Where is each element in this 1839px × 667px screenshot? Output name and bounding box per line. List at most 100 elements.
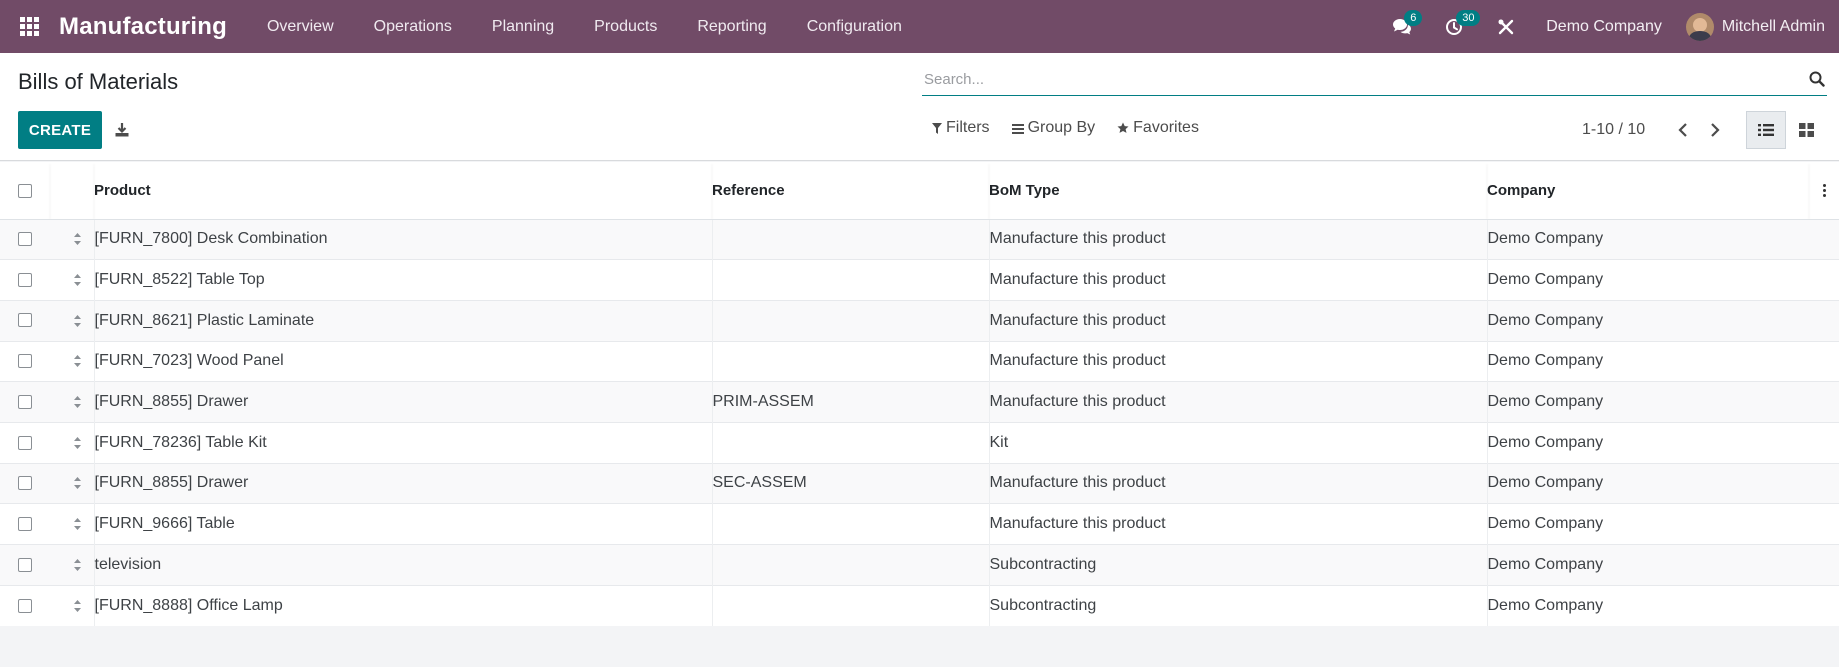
cell-reference[interactable]: PRIM-ASSEM bbox=[711, 381, 989, 423]
create-button[interactable]: CREATE bbox=[18, 111, 102, 149]
table-row[interactable]: [FURN_8621] Plastic Laminate Manufacture … bbox=[0, 299, 1839, 342]
cell-bom-type[interactable]: Manufacture this product bbox=[988, 462, 1487, 504]
export-button[interactable] bbox=[112, 119, 132, 141]
cell-company[interactable]: Demo Company bbox=[1486, 584, 1809, 626]
drag-handle-icon[interactable] bbox=[62, 273, 94, 287]
cell-company[interactable]: Demo Company bbox=[1486, 462, 1809, 504]
cell-bom-type[interactable]: Manufacture this product bbox=[988, 299, 1487, 342]
cell-reference[interactable] bbox=[711, 544, 989, 586]
cell-reference[interactable] bbox=[711, 340, 989, 382]
apps-menu-button[interactable] bbox=[0, 0, 58, 53]
cell-bom-type[interactable]: Manufacture this product bbox=[988, 259, 1487, 301]
table-row[interactable]: [FURN_8522] Table Top Manufacture this pr… bbox=[0, 259, 1839, 301]
drag-handle-icon[interactable] bbox=[62, 436, 94, 450]
table-row[interactable]: [FURN_9666] Table Manufacture this produc… bbox=[0, 503, 1839, 545]
table-row[interactable]: [FURN_8855] Drawer SEC-ASSEM Manufacture t… bbox=[0, 462, 1839, 504]
cell-company[interactable]: Demo Company bbox=[1486, 259, 1809, 301]
menu-reporting[interactable]: Reporting bbox=[677, 0, 786, 53]
cell-bom-type[interactable]: Manufacture this product bbox=[988, 340, 1487, 382]
drag-handle-icon[interactable] bbox=[62, 476, 94, 490]
table-row[interactable]: television Subcontracting Demo Company bbox=[0, 544, 1839, 586]
drag-handle-icon[interactable] bbox=[62, 599, 94, 613]
cell-reference[interactable] bbox=[711, 299, 989, 342]
search-icon[interactable] bbox=[1809, 71, 1825, 87]
pager-previous-button[interactable] bbox=[1667, 118, 1699, 142]
cell-company[interactable]: Demo Company bbox=[1486, 544, 1809, 586]
group-by-dropdown[interactable]: Group By bbox=[1011, 119, 1095, 137]
cell-product[interactable]: [FURN_8522] Table Top bbox=[93, 259, 712, 301]
drag-handle-icon[interactable] bbox=[62, 517, 94, 531]
row-checkbox[interactable] bbox=[18, 476, 32, 491]
cell-reference[interactable]: SEC-ASSEM bbox=[711, 462, 989, 504]
activities-button[interactable]: 30 bbox=[1428, 0, 1481, 53]
row-checkbox[interactable] bbox=[18, 232, 32, 247]
company-switcher[interactable]: Demo Company bbox=[1532, 18, 1686, 36]
cell-bom-type[interactable]: Subcontracting bbox=[988, 584, 1487, 626]
row-checkbox[interactable] bbox=[18, 435, 32, 450]
cell-product[interactable]: [FURN_8855] Drawer bbox=[93, 462, 712, 504]
column-header-bom-type[interactable]: BoM Type bbox=[989, 162, 1487, 220]
cell-company[interactable]: Demo Company bbox=[1486, 381, 1809, 423]
cell-company[interactable]: Demo Company bbox=[1486, 299, 1809, 342]
table-row[interactable]: [FURN_8855] Drawer PRIM-ASSEM Manufacture … bbox=[0, 381, 1839, 423]
table-row[interactable]: [FURN_8888] Office Lamp Subcontracting Dem… bbox=[0, 584, 1839, 626]
drag-handle-icon[interactable] bbox=[62, 232, 94, 246]
search-input[interactable] bbox=[922, 65, 1782, 94]
table-row[interactable]: [FURN_7023] Wood Panel Manufacture this p… bbox=[0, 340, 1839, 382]
row-checkbox[interactable] bbox=[18, 272, 32, 287]
cell-company[interactable]: Demo Company bbox=[1486, 340, 1809, 382]
pager-value[interactable]: 1-10 / 10 bbox=[1582, 121, 1645, 139]
cell-product[interactable]: [FURN_8621] Plastic Laminate bbox=[93, 299, 712, 342]
column-header-reference[interactable]: Reference bbox=[712, 162, 989, 220]
table-row[interactable]: [FURN_7800] Desk Combination Manufacture … bbox=[0, 218, 1839, 260]
cell-product[interactable]: [FURN_78236] Table Kit bbox=[93, 421, 712, 464]
cell-reference[interactable] bbox=[711, 218, 989, 260]
optional-columns-toggle[interactable] bbox=[1809, 162, 1839, 220]
cell-product[interactable]: [FURN_9666] Table bbox=[93, 503, 712, 545]
debug-tools-button[interactable] bbox=[1480, 0, 1532, 53]
cell-product[interactable]: television bbox=[93, 544, 712, 586]
cell-company[interactable]: Demo Company bbox=[1486, 503, 1809, 545]
column-header-company[interactable]: Company bbox=[1487, 162, 1809, 220]
filters-dropdown[interactable]: Filters bbox=[932, 119, 990, 137]
cell-product[interactable]: [FURN_8888] Office Lamp bbox=[93, 584, 712, 626]
cell-bom-type[interactable]: Manufacture this product bbox=[988, 381, 1487, 423]
user-menu[interactable]: Mitchell Admin bbox=[1685, 12, 1839, 41]
row-checkbox[interactable] bbox=[18, 598, 32, 613]
table-row[interactable]: [FURN_78236] Table Kit Kit Demo Company bbox=[0, 421, 1839, 464]
menu-overview[interactable]: Overview bbox=[247, 0, 354, 53]
cell-bom-type[interactable]: Manufacture this product bbox=[988, 218, 1487, 260]
menu-configuration[interactable]: Configuration bbox=[787, 0, 922, 53]
select-all-checkbox[interactable] bbox=[18, 183, 32, 198]
drag-handle-icon[interactable] bbox=[62, 314, 94, 328]
cell-product[interactable]: [FURN_7023] Wood Panel bbox=[93, 340, 712, 382]
cell-reference[interactable] bbox=[711, 421, 989, 464]
app-title[interactable]: Manufacturing bbox=[59, 13, 227, 41]
list-view-button[interactable] bbox=[1746, 111, 1786, 149]
drag-handle-icon[interactable] bbox=[62, 395, 94, 409]
cell-bom-type[interactable]: Kit bbox=[988, 421, 1487, 464]
column-header-product[interactable]: Product bbox=[94, 162, 712, 220]
cell-reference[interactable] bbox=[711, 584, 989, 626]
cell-reference[interactable] bbox=[711, 259, 989, 301]
row-checkbox[interactable] bbox=[18, 516, 32, 531]
row-checkbox[interactable] bbox=[18, 313, 32, 328]
menu-planning[interactable]: Planning bbox=[472, 0, 574, 53]
cell-bom-type[interactable]: Manufacture this product bbox=[988, 503, 1487, 545]
row-checkbox[interactable] bbox=[18, 354, 32, 369]
menu-products[interactable]: Products bbox=[574, 0, 677, 53]
row-checkbox[interactable] bbox=[18, 557, 32, 572]
cell-product[interactable]: [FURN_8855] Drawer bbox=[93, 381, 712, 423]
cell-product[interactable]: [FURN_7800] Desk Combination bbox=[93, 218, 712, 260]
pager-next-button[interactable] bbox=[1699, 118, 1731, 142]
cell-company[interactable]: Demo Company bbox=[1486, 421, 1809, 464]
cell-company[interactable]: Demo Company bbox=[1486, 218, 1809, 260]
drag-handle-icon[interactable] bbox=[62, 354, 94, 368]
favorites-dropdown[interactable]: Favorites bbox=[1117, 119, 1199, 137]
cell-reference[interactable] bbox=[711, 503, 989, 545]
messages-button[interactable]: 6 bbox=[1376, 0, 1428, 53]
kanban-view-button[interactable] bbox=[1786, 111, 1826, 149]
row-checkbox[interactable] bbox=[18, 394, 32, 409]
menu-operations[interactable]: Operations bbox=[354, 0, 472, 53]
drag-handle-icon[interactable] bbox=[62, 558, 94, 572]
